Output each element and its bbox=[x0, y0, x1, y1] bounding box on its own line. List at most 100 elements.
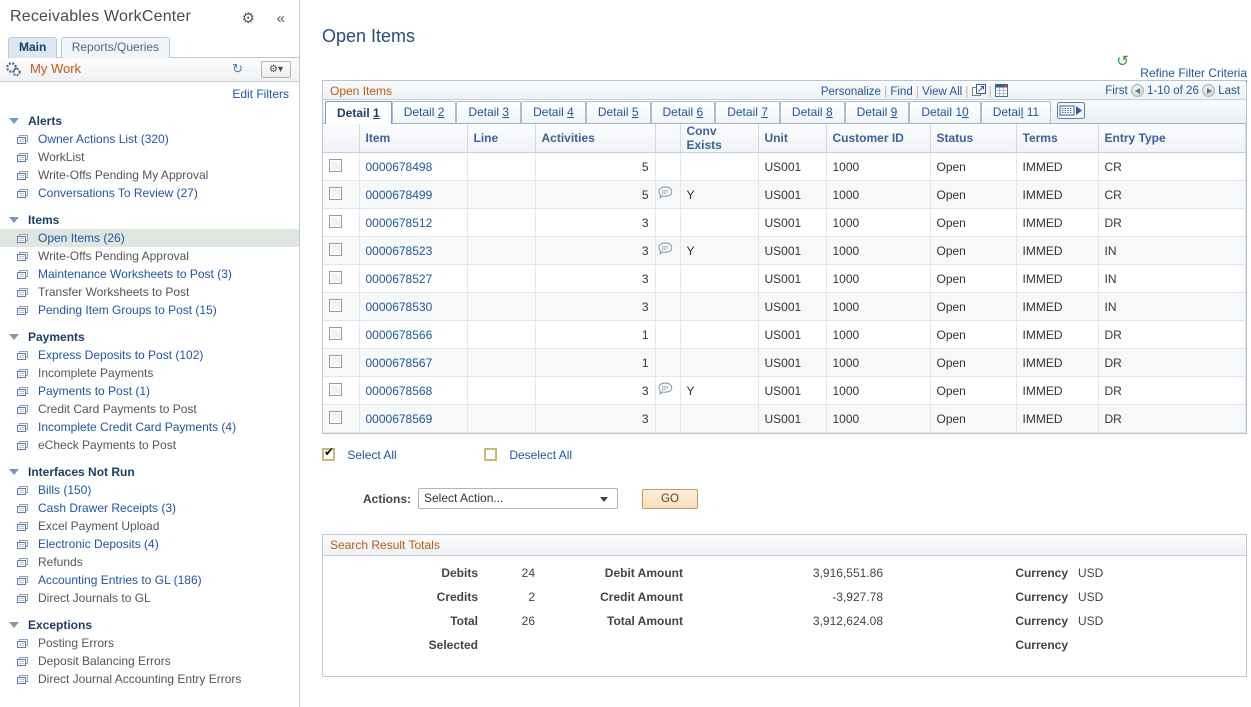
sidebar-item-accounting-entries-to-gl[interactable]: Accounting Entries to GL (186) bbox=[0, 571, 299, 589]
row-select-cell[interactable] bbox=[323, 405, 359, 433]
sidebar-item-incomplete-payments[interactable]: Incomplete Payments bbox=[0, 364, 299, 382]
tab-main[interactable]: Main bbox=[8, 37, 57, 58]
sidebar-item-direct-journal-accounting-entry-errors[interactable]: Direct Journal Accounting Entry Errors bbox=[0, 670, 299, 688]
item-link[interactable]: 0000678499 bbox=[366, 188, 433, 202]
row-checkbox[interactable] bbox=[329, 327, 342, 340]
sidebar-item-conversations-to-review[interactable]: Conversations To Review (27) bbox=[0, 184, 299, 202]
go-button[interactable]: GO bbox=[642, 489, 698, 509]
sidebar-group-header[interactable]: Exceptions bbox=[0, 616, 299, 634]
pager-last-link[interactable]: Last bbox=[1218, 85, 1240, 97]
find-link[interactable]: Find bbox=[890, 86, 912, 98]
conversation-cell[interactable] bbox=[655, 237, 680, 265]
row-select-cell[interactable] bbox=[323, 153, 359, 181]
row-checkbox[interactable] bbox=[329, 215, 342, 228]
item-link[interactable]: 0000678512 bbox=[366, 216, 433, 230]
sidebar-item-excel-payment-upload[interactable]: Excel Payment Upload bbox=[0, 517, 299, 535]
sidebar-item-direct-journals-to-gl[interactable]: Direct Journals to GL bbox=[0, 589, 299, 607]
row-select-cell[interactable] bbox=[323, 293, 359, 321]
row-checkbox[interactable] bbox=[329, 159, 342, 172]
sidebar-item-worklist[interactable]: WorkList bbox=[0, 148, 299, 166]
next-page-icon[interactable] bbox=[1202, 84, 1215, 97]
sidebar-item-express-deposits-to-post[interactable]: Express Deposits to Post (102) bbox=[0, 346, 299, 364]
sidebar-item-transfer-worksheets-to-post[interactable]: Transfer Worksheets to Post bbox=[0, 283, 299, 301]
refresh-icon[interactable]: ↻ bbox=[232, 62, 243, 75]
item-link[interactable]: 0000678569 bbox=[366, 412, 433, 426]
row-checkbox[interactable] bbox=[329, 271, 342, 284]
conversation-icon[interactable] bbox=[658, 385, 673, 399]
row-checkbox[interactable] bbox=[329, 355, 342, 368]
item-link[interactable]: 0000678568 bbox=[366, 384, 433, 398]
tab-reports-queries[interactable]: Reports/Queries bbox=[61, 37, 170, 58]
sidebar-group-header[interactable]: Items bbox=[0, 211, 299, 229]
item-link[interactable]: 0000678530 bbox=[366, 300, 433, 314]
item-link[interactable]: 0000678498 bbox=[366, 160, 433, 174]
sidebar-item-pending-item-groups-to-post[interactable]: Pending Item Groups to Post (15) bbox=[0, 301, 299, 319]
edit-filters-link[interactable]: Edit Filters bbox=[232, 87, 289, 101]
item-link[interactable]: 0000678566 bbox=[366, 328, 433, 342]
show-all-columns-icon[interactable] bbox=[1057, 102, 1085, 122]
sidebar-item-credit-card-payments-to-post[interactable]: Credit Card Payments to Post bbox=[0, 400, 299, 418]
download-spreadsheet-icon[interactable] bbox=[995, 84, 1008, 100]
sidebar-item-electronic-deposits[interactable]: Electronic Deposits (4) bbox=[0, 535, 299, 553]
sidebar-item-bills[interactable]: Bills (150) bbox=[0, 481, 299, 499]
expand-grid-icon[interactable] bbox=[972, 84, 986, 100]
sidebar-group-header[interactable]: Payments bbox=[0, 328, 299, 346]
row-select-cell[interactable] bbox=[323, 209, 359, 237]
sidebar-item-posting-errors[interactable]: Posting Errors bbox=[0, 634, 299, 652]
sidebar-item-refunds[interactable]: Refunds bbox=[0, 553, 299, 571]
detail-tab-11[interactable]: Detail 11 bbox=[981, 101, 1051, 123]
detail-tab-6[interactable]: Detail 6 bbox=[651, 101, 716, 123]
sidebar-item-payments-to-post[interactable]: Payments to Post (1) bbox=[0, 382, 299, 400]
item-link[interactable]: 0000678523 bbox=[366, 244, 433, 258]
row-select-cell[interactable] bbox=[323, 265, 359, 293]
detail-tab-1[interactable]: Detail 1 bbox=[325, 101, 392, 124]
sidebar-item-owner-actions-list[interactable]: Owner Actions List (320) bbox=[0, 130, 299, 148]
sidebar-item-cash-drawer-receipts[interactable]: Cash Drawer Receipts (3) bbox=[0, 499, 299, 517]
row-checkbox[interactable] bbox=[329, 411, 342, 424]
row-checkbox[interactable] bbox=[329, 187, 342, 200]
row-select-cell[interactable] bbox=[323, 321, 359, 349]
row-select-cell[interactable] bbox=[323, 377, 359, 405]
sidebar-item-write-offs-pending-my-approval[interactable]: Write-Offs Pending My Approval bbox=[0, 166, 299, 184]
select-all-label[interactable]: Select All bbox=[347, 448, 396, 462]
conversation-icon[interactable] bbox=[658, 189, 673, 203]
deselect-all-checkbox[interactable] bbox=[484, 448, 497, 461]
detail-tab-8[interactable]: Detail 8 bbox=[780, 101, 845, 123]
detail-tab-4[interactable]: Detail 4 bbox=[521, 101, 586, 123]
refresh-icon[interactable]: ↺ bbox=[1116, 54, 1129, 69]
personalize-link[interactable]: Personalize bbox=[821, 86, 881, 98]
refine-filter-criteria-link[interactable]: Refine Filter Criteria bbox=[1140, 66, 1247, 82]
row-checkbox[interactable] bbox=[329, 383, 342, 396]
sidebar-item-write-offs-pending-approval[interactable]: Write-Offs Pending Approval bbox=[0, 247, 299, 265]
view-all-link[interactable]: View All bbox=[922, 86, 962, 98]
row-select-cell[interactable] bbox=[323, 181, 359, 209]
detail-tab-2[interactable]: Detail 2 bbox=[392, 101, 457, 123]
pager-first-link[interactable]: First bbox=[1105, 85, 1127, 97]
row-select-cell[interactable] bbox=[323, 237, 359, 265]
action-select[interactable]: Select Action... bbox=[418, 488, 618, 509]
sidebar-group-header[interactable]: Alerts bbox=[0, 112, 299, 130]
conversation-icon[interactable] bbox=[658, 245, 673, 259]
detail-tab-7[interactable]: Detail 7 bbox=[715, 101, 780, 123]
select-all-checkbox[interactable] bbox=[322, 448, 335, 461]
conversation-cell[interactable] bbox=[655, 181, 680, 209]
previous-page-icon[interactable] bbox=[1131, 84, 1144, 97]
sidebar-item-deposit-balancing-errors[interactable]: Deposit Balancing Errors bbox=[0, 652, 299, 670]
my-work-menu-button[interactable]: ⚙▾ bbox=[261, 61, 291, 78]
detail-tab-3[interactable]: Detail 3 bbox=[456, 101, 521, 123]
sidebar-item-echeck-payments-to-post[interactable]: eCheck Payments to Post bbox=[0, 436, 299, 454]
item-link[interactable]: 0000678567 bbox=[366, 356, 433, 370]
row-select-cell[interactable] bbox=[323, 349, 359, 377]
sidebar-item-incomplete-credit-card-payments[interactable]: Incomplete Credit Card Payments (4) bbox=[0, 418, 299, 436]
sidebar-item-open-items[interactable]: Open Items (26) bbox=[0, 229, 299, 247]
collapse-sidebar-icon[interactable]: « bbox=[277, 11, 285, 26]
sidebar-item-maintenance-worksheets-to-post[interactable]: Maintenance Worksheets to Post (3) bbox=[0, 265, 299, 283]
detail-tab-5[interactable]: Detail 5 bbox=[586, 101, 651, 123]
sidebar-group-header[interactable]: Interfaces Not Run bbox=[0, 463, 299, 481]
item-link[interactable]: 0000678527 bbox=[366, 272, 433, 286]
row-checkbox[interactable] bbox=[329, 299, 342, 312]
deselect-all-label[interactable]: Deselect All bbox=[509, 448, 572, 462]
gear-icon[interactable]: ⚙ bbox=[242, 11, 255, 26]
conversation-cell[interactable] bbox=[655, 377, 680, 405]
detail-tab-9[interactable]: Detail 9 bbox=[845, 101, 910, 123]
